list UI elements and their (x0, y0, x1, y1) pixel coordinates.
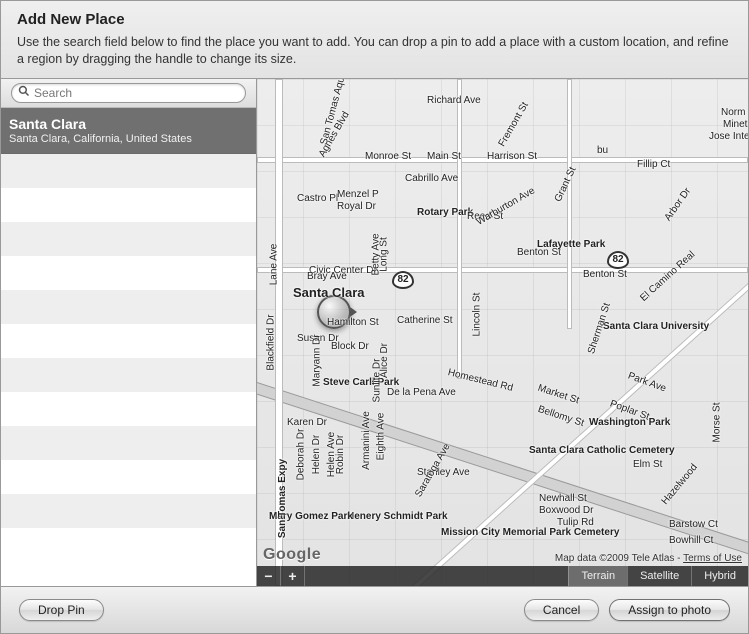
add-place-dialog: Add New Place Use the search field below… (0, 0, 749, 634)
map-label-city: Santa Clara (293, 285, 365, 300)
map-label: Karen Dr (287, 417, 327, 428)
map-label: Jose Inte (709, 131, 748, 142)
dialog-header: Add New Place Use the search field below… (1, 1, 748, 79)
road (567, 79, 572, 329)
map-type-group: Terrain Satellite Hybrid (568, 566, 748, 586)
map-label: Monroe St (365, 151, 411, 162)
map-label: Mission City Memorial Park Cemetery (441, 527, 511, 538)
map-label: Maryann Dr (312, 334, 323, 386)
map-controls: − + Terrain Satellite Hybrid (257, 566, 748, 586)
map-label: Benton St (583, 269, 627, 280)
dialog-body: Santa Clara Santa Clara, California, Uni… (1, 79, 748, 587)
map-label: Sunlite Dr (371, 358, 382, 402)
assign-to-photo-button[interactable]: Assign to photo (609, 599, 730, 621)
map-label: Betty Ave (371, 233, 382, 275)
map-label: Main St (427, 151, 461, 162)
map-label: Newhall St (539, 493, 587, 504)
dialog-subtitle: Use the search field below to find the p… (17, 34, 732, 68)
zoom-out-button[interactable]: − (257, 566, 281, 586)
map-label: Norm (721, 107, 745, 118)
result-row-santa-clara[interactable]: Santa Clara Santa Clara, California, Uni… (1, 108, 256, 154)
map-type-satellite[interactable]: Satellite (627, 566, 691, 586)
empty-rows (1, 154, 256, 562)
left-panel: Santa Clara Santa Clara, California, Uni… (1, 79, 257, 586)
result-subtitle: Santa Clara, California, United States (9, 133, 246, 145)
map-label: Elm St (633, 459, 662, 470)
search-input[interactable] (34, 86, 235, 100)
map-label: Henery Schmidt Park (347, 511, 407, 522)
map-label: Lafayette Park (537, 239, 605, 250)
map-label: Deborah Dr (295, 428, 306, 480)
map-label: Santa Clara University (603, 321, 673, 332)
map-label: Castro Pl (297, 193, 338, 204)
map-label: Steve Carli Park (323, 377, 363, 388)
map-label: Santa Clara Catholic Cemetery (529, 445, 599, 456)
map-label: Bray Ave (307, 271, 347, 282)
map-label: San Tomas Expy (277, 459, 288, 538)
map-label: Lincoln St (471, 292, 482, 336)
map-label: Menzel P (337, 189, 379, 200)
map-label: Washington Park (589, 417, 659, 428)
map-label: Robin Dr (335, 435, 346, 474)
road (457, 79, 462, 379)
map-credit: Map data ©2009 Tele Atlas - Terms of Use (555, 553, 742, 564)
cancel-button[interactable]: Cancel (524, 599, 599, 621)
map-label: Bowhill Ct (669, 535, 713, 546)
map-brand-label: Google (263, 546, 321, 564)
result-title: Santa Clara (9, 116, 246, 133)
zoom-in-button[interactable]: + (281, 566, 305, 586)
search-bar (1, 79, 256, 108)
dialog-footer: Drop Pin Cancel Assign to photo (1, 587, 748, 633)
map-label: Catherine St (397, 315, 453, 326)
map-credit-text: Map data ©2009 Tele Atlas - (555, 553, 683, 564)
map-type-hybrid[interactable]: Hybrid (691, 566, 748, 586)
map-label: Blackfield Dr (266, 314, 277, 370)
map-label: Royal Dr (337, 201, 376, 212)
map-label: Barstow Ct (669, 519, 718, 530)
search-icon (18, 84, 34, 102)
map-label: Richard Ave (427, 95, 481, 106)
search-results[interactable]: Santa Clara Santa Clara, California, Uni… (1, 108, 256, 586)
map-label: Boxwood Dr (539, 505, 593, 516)
map-label: bu (597, 145, 608, 156)
drop-pin-button[interactable]: Drop Pin (19, 599, 104, 621)
map-label: Tulip Rd (557, 517, 594, 528)
map-label: Morse St (712, 402, 723, 442)
map-label: Helen Dr (311, 435, 322, 474)
map-type-terrain[interactable]: Terrain (568, 566, 627, 586)
map-label: Eighth Ave (375, 412, 386, 460)
map-label: Minet (723, 119, 747, 130)
map-label: Armanini Ave (361, 411, 372, 470)
map-view[interactable]: 82 82 Santa Clara Monroe St Main St Harr… (257, 79, 748, 586)
map-label: Block Dr (331, 341, 369, 352)
map-label: Rotary Park (417, 207, 473, 218)
map-label: Lane Ave (268, 243, 279, 285)
hwy-shield-icon: 82 (392, 271, 414, 289)
map-label: De la Pena Ave (387, 387, 456, 398)
map-label: Hamilton St (327, 317, 379, 328)
map-label: Harrison St (487, 151, 537, 162)
map-label: Fillip Ct (637, 159, 670, 170)
search-field-wrap[interactable] (11, 83, 246, 103)
hwy-shield-icon: 82 (607, 251, 629, 269)
map-label: Cabrillo Ave (405, 173, 458, 184)
dialog-title: Add New Place (17, 11, 732, 28)
terms-link[interactable]: Terms of Use (683, 553, 742, 564)
